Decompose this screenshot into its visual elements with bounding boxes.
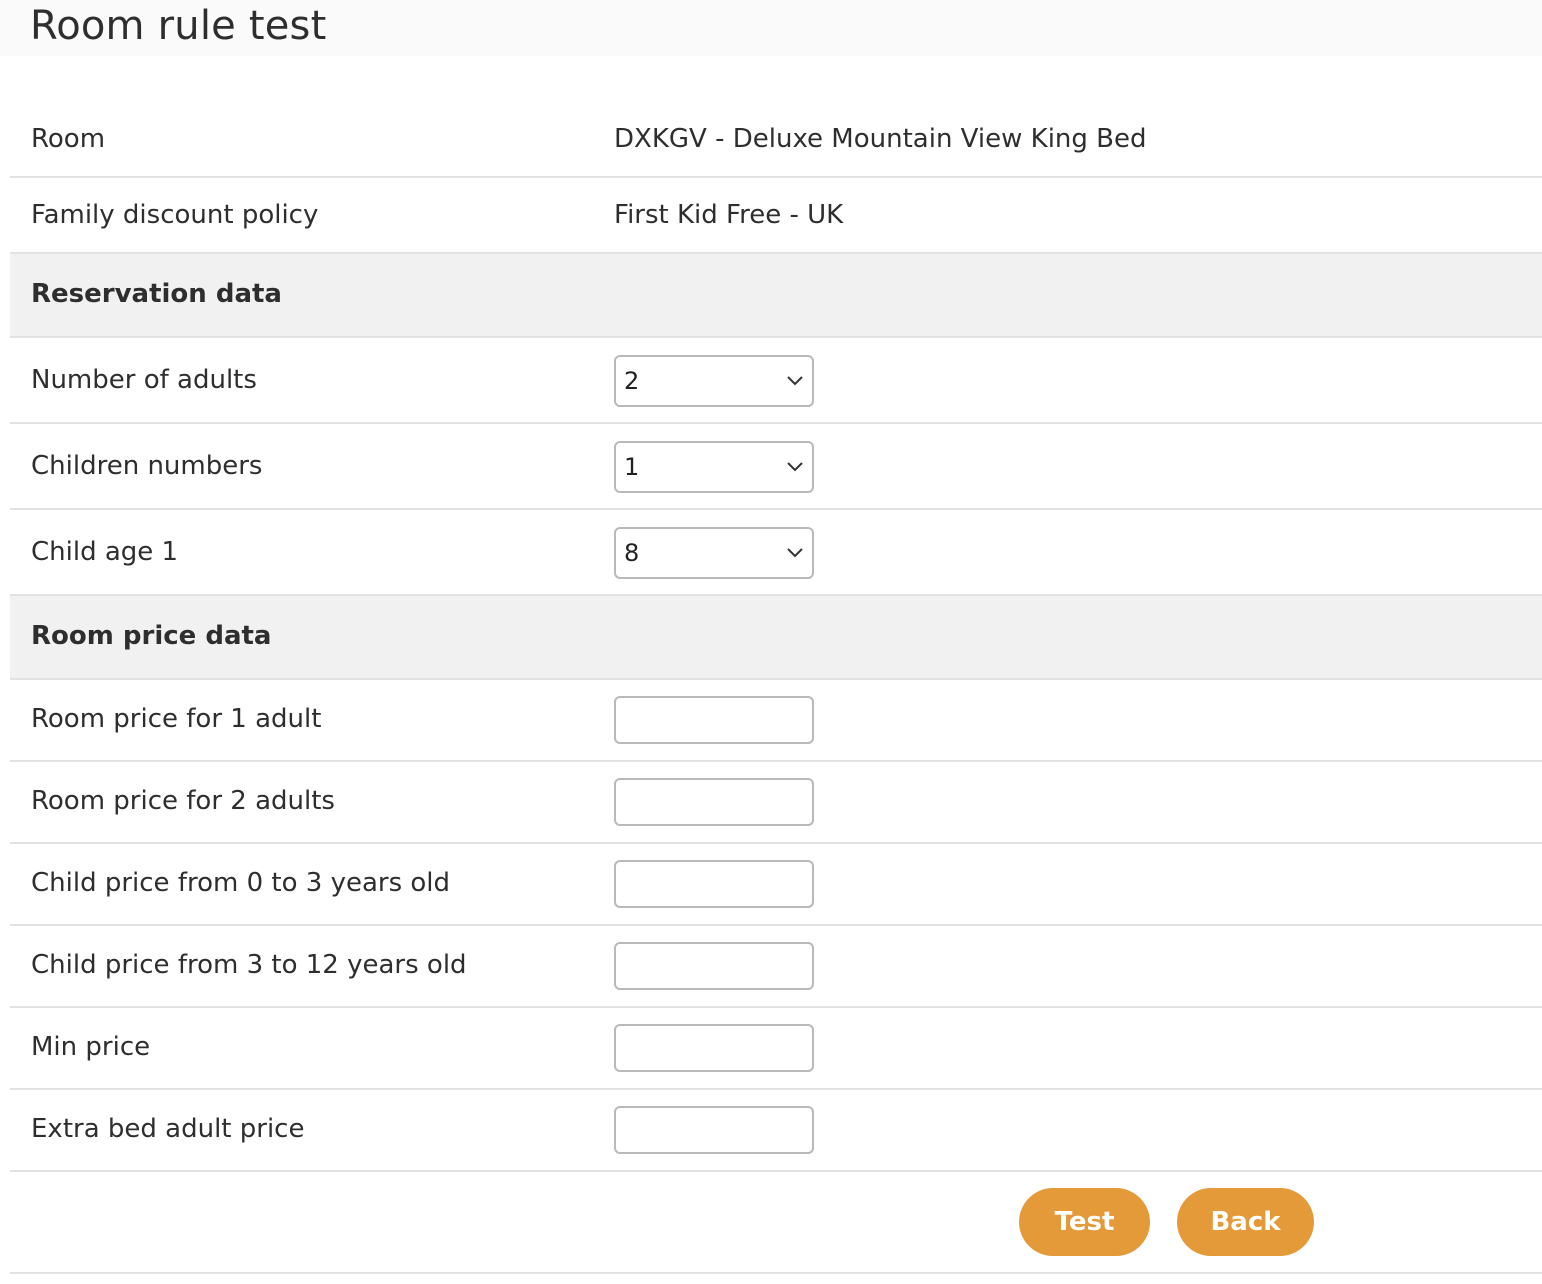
children-label: Children numbers <box>31 451 263 481</box>
child-age-label: Child age 1 <box>31 537 179 567</box>
price-input-child-0-3[interactable] <box>614 860 814 908</box>
form-panel: Room DXKGV - Deluxe Mountain View King B… <box>10 56 1542 1284</box>
price-row-child-3-12: Child price from 3 to 12 years old <box>10 926 1542 1008</box>
price-row-2-adults: Room price for 2 adults <box>10 762 1542 844</box>
price-row-child-0-3: Child price from 0 to 3 years old <box>10 844 1542 926</box>
adults-select-value: 2 <box>624 367 640 395</box>
policy-value: First Kid Free - UK <box>614 200 844 230</box>
chevron-down-icon <box>787 376 803 386</box>
price-section-header: Room price data <box>10 596 1542 680</box>
children-select-value: 1 <box>624 453 640 481</box>
reservation-section-title: Reservation data <box>31 279 282 309</box>
price-row-extra-bed: Extra bed adult price <box>10 1090 1542 1172</box>
child-age-select-value: 8 <box>624 539 640 567</box>
policy-label: Family discount policy <box>31 200 319 230</box>
child-age-row: Child age 1 8 <box>10 510 1542 596</box>
back-button[interactable]: Back <box>1177 1188 1314 1256</box>
children-row: Children numbers 1 <box>10 424 1542 510</box>
price-label: Min price <box>31 1032 151 1062</box>
policy-row: Family discount policy First Kid Free - … <box>10 178 1542 254</box>
adults-select[interactable]: 2 <box>614 355 814 407</box>
room-value: DXKGV - Deluxe Mountain View King Bed <box>614 124 1147 154</box>
room-row: Room DXKGV - Deluxe Mountain View King B… <box>10 102 1542 178</box>
room-label: Room <box>31 124 106 154</box>
children-select[interactable]: 1 <box>614 441 814 493</box>
chevron-down-icon <box>787 462 803 472</box>
price-section-title: Room price data <box>31 621 272 651</box>
reservation-section-header: Reservation data <box>10 254 1542 338</box>
chevron-down-icon <box>787 548 803 558</box>
adults-row: Number of adults 2 <box>10 338 1542 424</box>
page-title: Room rule test <box>30 3 327 49</box>
price-row-1-adult: Room price for 1 adult <box>10 680 1542 762</box>
price-input-2-adults[interactable] <box>614 778 814 826</box>
price-label: Room price for 2 adults <box>31 786 335 816</box>
adults-label: Number of adults <box>31 365 257 395</box>
price-row-min: Min price <box>10 1008 1542 1090</box>
price-input-1-adult[interactable] <box>614 696 814 744</box>
child-age-select[interactable]: 8 <box>614 527 814 579</box>
price-input-extra-bed[interactable] <box>614 1106 814 1154</box>
price-input-min[interactable] <box>614 1024 814 1072</box>
price-label: Child price from 0 to 3 years old <box>31 868 451 898</box>
price-input-child-3-12[interactable] <box>614 942 814 990</box>
price-label: Child price from 3 to 12 years old <box>31 950 467 980</box>
price-label: Extra bed adult price <box>31 1114 305 1144</box>
price-label: Room price for 1 adult <box>31 704 322 734</box>
test-button[interactable]: Test <box>1019 1188 1150 1256</box>
